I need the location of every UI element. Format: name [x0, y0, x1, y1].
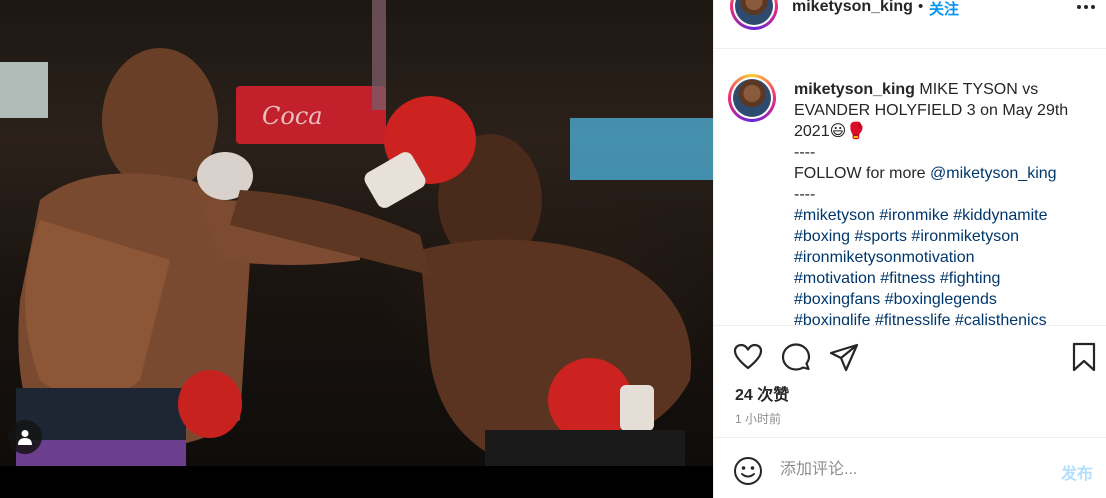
hashtag-link[interactable]: #boxinglegends: [885, 291, 997, 308]
user-tags-button[interactable]: [8, 420, 42, 454]
smiley-icon[interactable]: [733, 456, 763, 486]
caption-follow-text: FOLLOW for more: [794, 165, 931, 182]
caption-emojis: 😃🥊: [829, 123, 867, 140]
hashtag-link[interactable]: #miketyson: [794, 207, 875, 224]
media-bottom-strip: [0, 466, 713, 498]
hashtag-link[interactable]: #boxinglife: [794, 312, 871, 325]
more-horizontal-icon[interactable]: [1076, 0, 1096, 14]
avatar: [733, 79, 771, 117]
post-actions: 24 次赞 1 小时前: [714, 325, 1106, 437]
hashtag-link[interactable]: #kiddynamite: [953, 207, 1047, 224]
follow-button[interactable]: 关注: [929, 0, 959, 19]
header-avatar[interactable]: [730, 0, 778, 30]
likes-count[interactable]: 24 次赞: [735, 381, 789, 405]
caption-mention-link[interactable]: @miketyson_king: [930, 165, 1057, 182]
hashtag-link[interactable]: #fitness: [880, 270, 935, 287]
hashtag-link[interactable]: #fighting: [940, 270, 1001, 287]
caption-username[interactable]: miketyson_king: [794, 81, 915, 98]
user-tag-icon: [18, 430, 32, 445]
caption-section: miketyson_king MIKE TYSON vs EVANDER HOL…: [714, 50, 1106, 325]
hashtag-link[interactable]: #sports: [855, 228, 907, 245]
hashtag-link[interactable]: #fitnesslife: [875, 312, 951, 325]
comment-input[interactable]: [780, 456, 1050, 484]
svg-text:Coca: Coca: [262, 102, 323, 130]
hashtag-link[interactable]: #ironmike: [879, 207, 948, 224]
hashtag-link[interactable]: #motivation: [794, 270, 876, 287]
hashtag-link[interactable]: #calisthenics: [955, 312, 1047, 325]
caption-avatar[interactable]: [728, 74, 776, 122]
hashtag-link[interactable]: #ironmiketyson: [911, 228, 1019, 245]
hashtag-link[interactable]: #ironmiketysonmotivation: [794, 249, 975, 266]
comment-bubble-icon[interactable]: [781, 342, 811, 372]
header-separator: •: [918, 0, 924, 15]
avatar: [735, 0, 773, 25]
post-comment-button[interactable]: 发布: [1061, 460, 1093, 484]
bookmark-icon[interactable]: [1069, 342, 1099, 372]
caption-divider: ----: [794, 186, 816, 203]
boxing-photo-illustration: Coca: [0, 0, 713, 466]
heart-icon[interactable]: [733, 342, 763, 372]
header-username[interactable]: miketyson_king: [792, 0, 913, 16]
post-sidebar: miketyson_king • 关注 miketyson_king MIKE …: [713, 0, 1106, 498]
hashtag-link[interactable]: #boxingfans: [794, 291, 880, 308]
hashtag-link[interactable]: #boxing: [794, 228, 850, 245]
post-header: miketyson_king • 关注: [714, 0, 1106, 49]
paper-plane-icon[interactable]: [829, 342, 859, 372]
post-timestamp[interactable]: 1 小时前: [735, 410, 781, 427]
caption-text: miketyson_king MIKE TYSON vs EVANDER HOL…: [794, 79, 1086, 325]
post-photo: Coca: [0, 0, 713, 466]
caption-divider: ----: [794, 144, 816, 161]
post-media[interactable]: Coca: [0, 0, 713, 498]
comment-form: 发布: [714, 437, 1106, 498]
